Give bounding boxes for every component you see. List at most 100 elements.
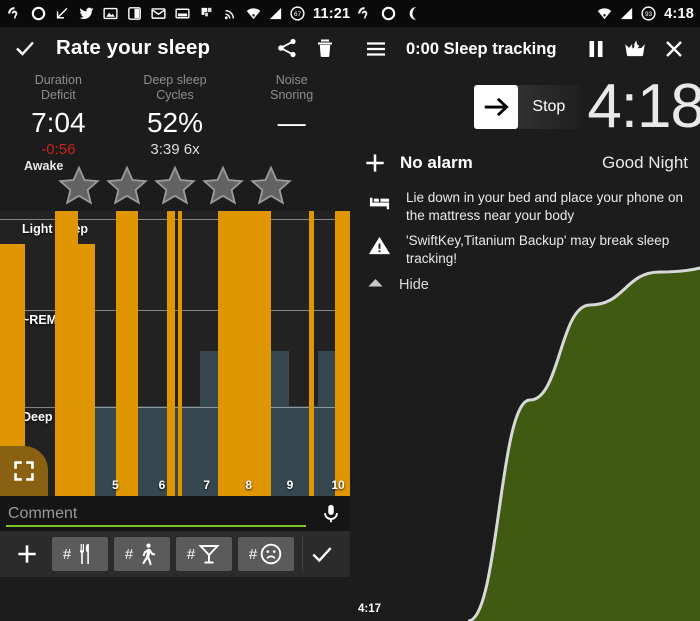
stat-value: 52% [146,107,204,138]
stat-noise: Noise Snoring — [233,73,350,159]
tag-hash: # [124,545,134,563]
podcast-icon [358,7,368,19]
share-button[interactable] [274,35,300,61]
stat-value: — [277,107,306,138]
sad-face-icon [260,543,282,565]
cast-icon [224,9,235,20]
signal-icon [621,7,633,20]
hint-text: 'SwiftKey,Titanium Backup' may break sle… [406,233,670,266]
gmail-icon [151,8,166,19]
chart-x-tick: 5 [112,478,119,492]
chart-gridline [0,310,350,311]
tag-drink[interactable]: # [176,537,232,571]
podcast-icon [8,7,18,19]
contrast-icon [128,7,141,20]
stop-label: Stop [518,85,582,129]
check-icon [311,547,332,563]
close-icon[interactable] [662,37,686,61]
dual-screenshot: 67 11:21 Rate your sleep Duration Defici… [0,0,700,621]
right-status-bar: 93 4:18 [350,0,700,27]
tag-mood[interactable]: # [238,537,294,571]
stat-caption-line1: Noise [275,73,308,87]
star-2[interactable] [105,163,149,207]
status-time: 11:21 [313,5,350,22]
bed-icon [369,197,389,210]
stat-subvalue: -0:56 [41,141,76,158]
stop-tracking-button[interactable]: Stop [474,85,582,129]
stat-duration: Duration Deficit 7:04 -0:56 [0,73,117,159]
noise-time-label: 4:17 [358,603,382,615]
tag-toolbar: # # # # [0,531,350,577]
arrow-down-left-icon [56,7,68,19]
hint-text: Lie down in your bed and place your phon… [406,190,683,223]
signal-icon [269,7,282,20]
flag-icon [201,7,212,17]
status-notification-icons [6,5,239,22]
tag-confirm-button[interactable] [302,537,340,571]
tracking-app-bar: 0:00 Sleep tracking [350,27,700,71]
pause-icon[interactable] [584,36,608,62]
svg-text:67: 67 [294,11,302,18]
hint-lie-down: Lie down in your bed and place your phon… [350,183,700,226]
share-icon [278,38,296,58]
delete-button[interactable] [312,35,338,61]
comment-input[interactable]: Comment [8,505,320,523]
left-status-bar: 67 11:21 [0,0,350,27]
fullscreen-icon [14,461,34,481]
awake-label: Awake [24,159,64,173]
stat-caption-line2: Snoring [270,88,314,102]
twitter-icon [79,7,94,20]
moon-icon [409,7,417,20]
stat-caption-line1: Duration [34,73,82,87]
trash-icon [318,39,332,58]
confirm-rating-button[interactable] [12,35,38,61]
circle-icon [31,6,46,21]
stat-caption-line1: Deep sleep [143,73,207,87]
alarm-row[interactable]: No alarm Good Night [350,143,700,183]
tracking-clock-row: Stop 4:18 [350,71,700,143]
chart-x-tick: 6 [158,478,166,492]
status-time: 4:18 [664,5,694,22]
chart-x-tick: 10 [331,478,345,492]
awake-bar [218,211,271,496]
window-icon [175,8,190,19]
stat-value: 7:04 [31,107,86,138]
star-1[interactable] [57,163,101,207]
add-tag-button[interactable] [8,537,46,571]
arrow-right-icon [485,97,510,117]
chart-x-tick: 7 [203,478,211,492]
wifi-icon [246,8,261,20]
awake-bar [178,211,182,496]
awake-bar [335,211,350,496]
cutlery-icon [80,544,90,564]
left-screen: 67 11:21 Rate your sleep Duration Defici… [0,0,350,621]
hide-row[interactable]: Hide [350,269,700,299]
hide-label: Hide [399,277,429,293]
crown-icon[interactable] [622,36,648,62]
left-app-bar: Rate your sleep [0,27,350,69]
tracking-title: 0:00 Sleep tracking [406,39,557,58]
sleep-stats: Duration Deficit 7:04 -0:56 Deep sleep C… [0,69,350,159]
hint-warning: 'SwiftKey,Titanium Backup' may break sle… [350,226,700,269]
hamburger-menu-icon[interactable] [364,37,388,61]
svg-text:93: 93 [645,11,653,18]
stat-caption-line2: Cycles [156,88,194,102]
star-5[interactable] [249,163,293,207]
comment-bar[interactable]: Comment [0,496,350,531]
hypnogram-chart[interactable]: Light sleep~REMDeep sleep45678910 [0,211,350,496]
plus-icon[interactable] [362,150,388,176]
awake-bar [116,211,138,496]
fullscreen-button[interactable] [0,446,48,496]
tag-walk[interactable]: # [114,537,170,571]
tag-food[interactable]: # [52,537,108,571]
battery-circle-icon: 93 [641,6,656,21]
chart-gridline [0,219,350,220]
star-3[interactable] [153,163,197,207]
greeting-label: Good Night [602,153,688,172]
star-4[interactable] [201,163,245,207]
status-system-icons: 93 4:18 [596,5,694,22]
circle-icon [381,6,396,21]
microphone-icon[interactable] [320,501,342,527]
chart-x-tick: 8 [245,478,253,492]
wifi-icon [597,8,612,20]
